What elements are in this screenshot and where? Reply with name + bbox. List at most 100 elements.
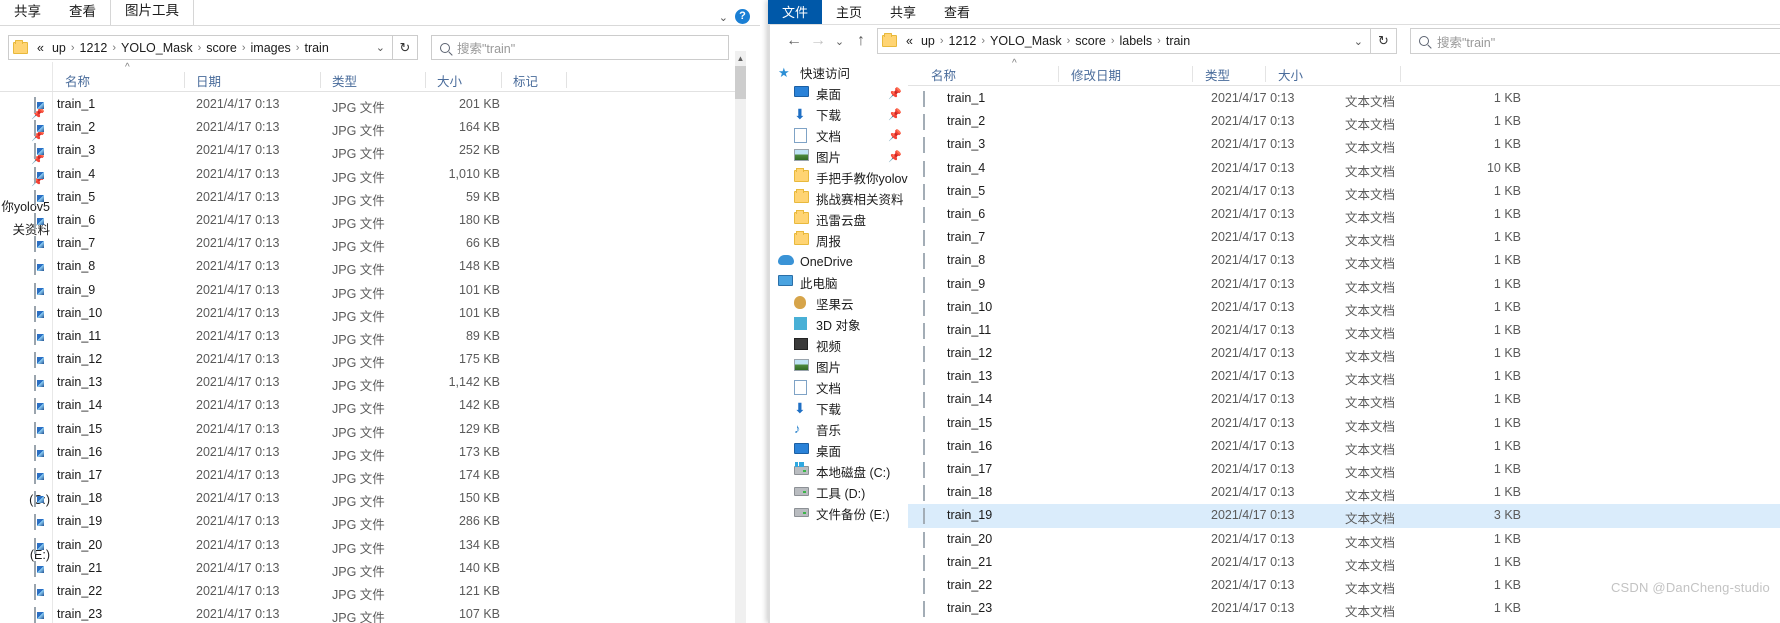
table-row[interactable]: train_6 2021/4/17 0:13 文本文档 1 KB	[908, 203, 1780, 226]
table-row[interactable]: train_9 2021/4/17 0:13 文本文档 1 KB	[908, 273, 1780, 296]
sidebar-item-15[interactable]: 文档	[772, 377, 908, 398]
table-row[interactable]: train_7 2021/4/17 0:13 文本文档 1 KB	[908, 226, 1780, 249]
pin-icon[interactable]: 📌	[888, 87, 902, 100]
left-ribbon-tab-0[interactable]: 共享	[0, 0, 55, 26]
table-row[interactable]: train_3 2021/4/17 0:13 JPG 文件 252 KB	[0, 139, 745, 162]
right-column-header-0[interactable]: 名称	[931, 65, 956, 84]
table-row[interactable]: train_17 2021/4/17 0:13 JPG 文件 174 KB	[0, 464, 745, 487]
right-column-header-1[interactable]: 修改日期	[1071, 65, 1121, 84]
sidebar-item-17[interactable]: ♪ 音乐	[772, 419, 908, 440]
left-column-header-1[interactable]: 日期	[196, 71, 221, 90]
right-crumb-5[interactable]: labels	[1116, 34, 1157, 48]
left-breadcrumb[interactable]: «up › 1212 › YOLO_Mask › score › images › train	[33, 41, 333, 55]
table-row[interactable]: train_5 2021/4/17 0:13 文本文档 1 KB	[908, 180, 1780, 203]
right-crumb-1[interactable]: up	[917, 34, 939, 48]
left-refresh-button[interactable]: ↻	[393, 35, 418, 60]
left-crumb-3[interactable]: YOLO_Mask	[117, 41, 197, 55]
right-breadcrumb[interactable]: «up › 1212 › YOLO_Mask › score › labels › train	[902, 34, 1194, 48]
back-button[interactable]: ←	[782, 29, 806, 53]
table-row[interactable]: train_12 2021/4/17 0:13 JPG 文件 175 KB	[0, 348, 745, 371]
left-ribbon-tab-1[interactable]: 查看	[55, 0, 110, 26]
sidebar-item-1[interactable]: 桌面 📌	[772, 83, 908, 104]
left-crumb-4[interactable]: score	[202, 41, 241, 55]
sidebar-item-10[interactable]: 此电脑	[772, 272, 908, 293]
forward-button[interactable]: →	[806, 29, 830, 53]
column-divider[interactable]	[1265, 66, 1266, 82]
column-divider[interactable]	[1058, 66, 1059, 82]
right-crumb-4[interactable]: score	[1071, 34, 1110, 48]
sidebar-item-11[interactable]: 坚果云	[772, 293, 908, 314]
pin-icon[interactable]: 📌	[888, 129, 902, 142]
right-ribbon-tab-1[interactable]: 主页	[822, 0, 876, 24]
column-divider[interactable]	[1192, 66, 1193, 82]
column-divider[interactable]	[1400, 66, 1401, 82]
table-row[interactable]: train_15 2021/4/17 0:13 JPG 文件 129 KB	[0, 418, 745, 441]
left-column-header-4[interactable]: 标记	[513, 71, 538, 90]
sidebar-item-16[interactable]: ⬇ 下载	[772, 398, 908, 419]
table-row[interactable]: train_20 2021/4/17 0:13 JPG 文件 134 KB	[0, 534, 745, 557]
table-row[interactable]: train_7 2021/4/17 0:13 JPG 文件 66 KB	[0, 232, 745, 255]
right-ribbon-tab-0[interactable]: 文件	[768, 0, 823, 24]
left-search-input[interactable]: 搜索"train"	[431, 35, 729, 60]
table-row[interactable]: train_14 2021/4/17 0:13 文本文档 1 KB	[908, 388, 1780, 411]
table-row[interactable]: train_5 2021/4/17 0:13 JPG 文件 59 KB	[0, 186, 745, 209]
table-row[interactable]: train_19 2021/4/17 0:13 JPG 文件 286 KB	[0, 510, 745, 533]
table-row[interactable]: train_13 2021/4/17 0:13 文本文档 1 KB	[908, 365, 1780, 388]
sidebar-item-20[interactable]: 工具 (D:)	[772, 482, 908, 503]
table-row[interactable]: train_18 2021/4/17 0:13 JPG 文件 150 KB	[0, 487, 745, 510]
right-crumb-2[interactable]: 1212	[945, 34, 981, 48]
sidebar-item-21[interactable]: 文件备份 (E:)	[772, 503, 908, 524]
column-divider[interactable]	[501, 72, 502, 88]
scroll-up-icon[interactable]: ▲	[735, 51, 746, 66]
up-button[interactable]: ↑	[849, 29, 873, 53]
right-address-input[interactable]: «up › 1212 › YOLO_Mask › score › labels › train ⌄	[877, 28, 1371, 54]
sidebar-item-13[interactable]: 视频	[772, 335, 908, 356]
right-crumb-3[interactable]: YOLO_Mask	[986, 34, 1066, 48]
sidebar-item-14[interactable]: 图片	[772, 356, 908, 377]
sidebar-item-6[interactable]: 挑战赛相关资料	[772, 188, 908, 209]
pin-icon[interactable]: 📌	[888, 150, 902, 163]
table-row[interactable]: train_10 2021/4/17 0:13 文本文档 1 KB	[908, 296, 1780, 319]
left-crumb-5[interactable]: images	[247, 41, 295, 55]
table-row[interactable]: train_16 2021/4/17 0:13 文本文档 1 KB	[908, 435, 1780, 458]
table-row[interactable]: train_2 2021/4/17 0:13 文本文档 1 KB	[908, 110, 1780, 133]
left-file-list[interactable]: train_1 2021/4/17 0:13 JPG 文件 201 KB train_2…	[0, 93, 745, 623]
table-row[interactable]: train_15 2021/4/17 0:13 文本文档 1 KB	[908, 412, 1780, 435]
table-row[interactable]: train_2 2021/4/17 0:13 JPG 文件 164 KB	[0, 116, 745, 139]
table-row[interactable]: train_21 2021/4/17 0:13 JPG 文件 140 KB	[0, 557, 745, 580]
help-icon[interactable]: ?	[735, 9, 750, 24]
right-column-header-2[interactable]: 类型	[1205, 65, 1230, 84]
sidebar-item-18[interactable]: 桌面	[772, 440, 908, 461]
sidebar-item-19[interactable]: 本地磁盘 (C:)	[772, 461, 908, 482]
table-row[interactable]: train_20 2021/4/17 0:13 文本文档 1 KB	[908, 528, 1780, 551]
right-file-list[interactable]: train_1 2021/4/17 0:13 文本文档 1 KB train_2 2021…	[908, 87, 1780, 623]
table-row[interactable]: train_19 2021/4/17 0:13 文本文档 3 KB	[908, 504, 1780, 528]
table-row[interactable]: train_17 2021/4/17 0:13 文本文档 1 KB	[908, 458, 1780, 481]
pin-icon[interactable]: 📌	[888, 108, 902, 121]
sidebar-item-3[interactable]: 文档 📌	[772, 125, 908, 146]
table-row[interactable]: train_14 2021/4/17 0:13 JPG 文件 142 KB	[0, 394, 745, 417]
table-row[interactable]: train_13 2021/4/17 0:13 JPG 文件 1,142 KB	[0, 371, 745, 394]
column-divider[interactable]	[184, 72, 185, 88]
table-row[interactable]: train_22 2021/4/17 0:13 JPG 文件 121 KB	[0, 580, 745, 603]
table-row[interactable]: train_10 2021/4/17 0:13 JPG 文件 101 KB	[0, 302, 745, 325]
table-row[interactable]: train_12 2021/4/17 0:13 文本文档 1 KB	[908, 342, 1780, 365]
table-row[interactable]: train_4 2021/4/17 0:13 JPG 文件 1,010 KB	[0, 163, 745, 186]
table-row[interactable]: train_8 2021/4/17 0:13 文本文档 1 KB	[908, 249, 1780, 272]
table-row[interactable]: train_4 2021/4/17 0:13 文本文档 10 KB	[908, 157, 1780, 180]
table-row[interactable]: train_11 2021/4/17 0:13 文本文档 1 KB	[908, 319, 1780, 342]
table-row[interactable]: train_18 2021/4/17 0:13 文本文档 1 KB	[908, 481, 1780, 504]
table-row[interactable]: train_23 2021/4/17 0:13 JPG 文件 107 KB	[0, 603, 745, 623]
left-column-header-0[interactable]: 名称	[65, 71, 90, 90]
sidebar-item-2[interactable]: ⬇ 下载 📌	[772, 104, 908, 125]
left-crumb-2[interactable]: 1212	[76, 41, 112, 55]
left-address-input[interactable]: «up › 1212 › YOLO_Mask › score › images › train ⌄	[8, 35, 393, 60]
right-refresh-button[interactable]: ↻	[1371, 28, 1397, 54]
sidebar-item-0[interactable]: ★ 快速访问	[772, 62, 908, 83]
sidebar-item-5[interactable]: 手把手教你yolov5	[772, 167, 908, 188]
sidebar-item-7[interactable]: 迅雷云盘	[772, 209, 908, 230]
table-row[interactable]: train_11 2021/4/17 0:13 JPG 文件 89 KB	[0, 325, 745, 348]
right-address-chevron-down-icon[interactable]: ⌄	[1354, 35, 1366, 48]
recent-locations-button[interactable]: ⌄	[830, 29, 849, 53]
table-row[interactable]: train_9 2021/4/17 0:13 JPG 文件 101 KB	[0, 279, 745, 302]
